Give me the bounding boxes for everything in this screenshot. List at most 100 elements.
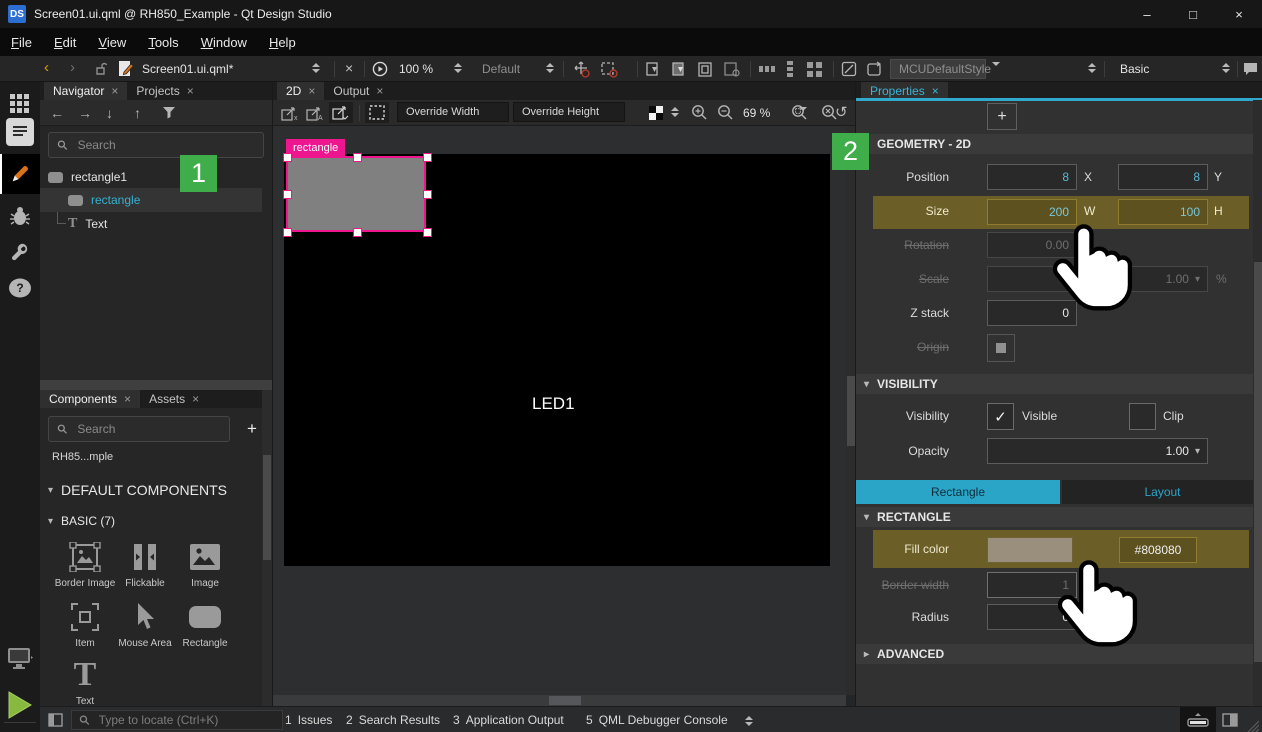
zoom-spinner[interactable] [454, 63, 462, 73]
menu-item-tools[interactable]: Tools [137, 30, 189, 55]
welcome-mode-icon[interactable] [6, 90, 34, 118]
menu-item-window[interactable]: Window [190, 30, 258, 55]
section-visibility-header[interactable]: ▾ VISIBILITY [856, 374, 1262, 394]
override-state-icon[interactable] [697, 61, 715, 78]
forward-button[interactable]: › [70, 59, 75, 76]
qml-debugger-console-pane-button[interactable]: 5 QML Debugger Console [586, 707, 728, 732]
background-color-toggle[interactable] [649, 106, 663, 120]
tab-2d[interactable]: 2D × [277, 82, 324, 100]
no-snapping-icon[interactable]: x [281, 105, 298, 121]
locator-field[interactable] [71, 710, 283, 730]
component-image[interactable]: Image [173, 540, 237, 589]
filter-icon[interactable] [162, 106, 176, 119]
selection-handle-w[interactable] [283, 190, 292, 199]
selection-handle-s[interactable] [353, 228, 362, 237]
style-selector-caret[interactable] [992, 66, 1000, 80]
nav-move-down-button[interactable]: ↓ [106, 105, 113, 121]
lock-icon[interactable] [94, 62, 108, 76]
clip-checkbox[interactable] [1129, 403, 1156, 430]
component-item[interactable]: Item [53, 600, 117, 649]
edit-annotations-icon[interactable] [572, 61, 590, 78]
reload-style-icon[interactable] [866, 61, 883, 78]
scrollbar-thumb[interactable] [1254, 262, 1262, 662]
caret-down-icon[interactable]: ▾ [1195, 274, 1200, 285]
sidebar-toggle-icon[interactable] [48, 713, 63, 727]
selected-rectangle[interactable] [286, 156, 426, 232]
components-search[interactable] [48, 416, 230, 442]
override-width-field[interactable]: Override Width [397, 102, 509, 122]
origin-selector[interactable] [987, 334, 1015, 362]
zoom-selection-icon[interactable] [791, 104, 808, 121]
target-selector[interactable]: Default [482, 62, 520, 76]
position-x-field[interactable]: 8 [987, 164, 1077, 190]
edit-document-icon[interactable] [118, 60, 134, 77]
nav-move-up-button[interactable]: ↑ [134, 105, 141, 121]
tab-navigator[interactable]: Navigator × [44, 82, 127, 100]
back-button[interactable]: ‹ [44, 59, 49, 76]
tree-item-text[interactable]: T Text [40, 212, 262, 236]
caret-down-icon[interactable]: ▾ [1195, 446, 1200, 457]
search-results-pane-button[interactable]: 2 Search Results [346, 707, 440, 732]
output-pane-spinner[interactable] [745, 716, 753, 726]
tree-item-rectangle1[interactable]: rectangle1 [40, 165, 262, 189]
section-default-components[interactable]: ▾ DEFAULT COMPONENTS [48, 482, 227, 498]
visible-checkbox[interactable]: ✓ [987, 403, 1014, 430]
panel-splitter[interactable] [40, 380, 272, 390]
application-output-pane-button[interactable]: 3 Application Output [453, 707, 564, 732]
menu-item-view[interactable]: View [87, 30, 137, 55]
menu-item-file[interactable]: File [0, 30, 43, 55]
section-geometry-header[interactable]: ▾ GEOMETRY - 2D [856, 134, 1262, 154]
tab-close-icon[interactable]: × [308, 84, 315, 98]
selection-label[interactable]: rectangle [286, 139, 345, 156]
section-rectangle-header[interactable]: ▾ RECTANGLE [856, 507, 1262, 527]
component-flickable[interactable]: Flickable [113, 540, 177, 589]
reset-view-icon[interactable]: ↺ [835, 103, 848, 121]
edit-style-icon[interactable] [841, 61, 858, 78]
component-text[interactable]: T Text [53, 658, 117, 706]
selection-handle-nw[interactable] [283, 153, 292, 162]
selection-handle-se[interactable] [423, 228, 432, 237]
section-basic[interactable]: ▾ BASIC (7) [48, 514, 115, 528]
tab-close-icon[interactable]: × [111, 84, 118, 98]
properties-scrollbar[interactable] [1253, 100, 1262, 706]
nav-move-right-button[interactable]: → [78, 105, 92, 121]
override-height-field[interactable]: Override Height [513, 102, 625, 122]
tab-components[interactable]: Components × [40, 390, 140, 408]
target-spinner[interactable] [546, 63, 554, 73]
resize-grip[interactable] [1242, 715, 1259, 732]
scrollbar-thumb[interactable] [263, 455, 271, 560]
tree-item-rectangle[interactable]: rectangle [40, 188, 262, 212]
selection-frame-icon[interactable] [600, 61, 618, 78]
debug-mode-icon[interactable] [6, 202, 34, 230]
menu-item-help[interactable]: Help [258, 30, 307, 55]
run-button[interactable] [7, 690, 33, 720]
opacity-field[interactable]: 1.00 ▾ [987, 438, 1208, 464]
text-item-led1[interactable]: LED1 [532, 394, 575, 414]
edit-mode-icon[interactable] [6, 118, 34, 146]
tab-close-icon[interactable]: × [187, 84, 194, 98]
timeline-state-icon[interactable] [723, 61, 741, 78]
style-selector[interactable]: MCUDefaultStyle [890, 59, 986, 79]
component-border-image[interactable]: Border Image [53, 540, 117, 589]
component-mouse-area[interactable]: Mouse Area [113, 600, 177, 649]
tab-rectangle-properties[interactable]: Rectangle [856, 480, 1060, 504]
tab-projects[interactable]: Projects × [127, 82, 202, 100]
locator-input[interactable] [97, 712, 275, 728]
kit-spinner[interactable] [1222, 63, 1230, 73]
build-progress-icon[interactable] [1180, 707, 1216, 732]
tab-close-icon[interactable]: × [192, 392, 199, 406]
document-name[interactable]: Screen01.ui.qml* [142, 62, 233, 76]
navigator-search[interactable] [48, 132, 264, 158]
scrollbar-thumb[interactable] [549, 696, 581, 705]
minimize-button[interactable]: – [1124, 0, 1170, 28]
right-panel-toggle-icon[interactable] [1222, 713, 1238, 727]
kit-selector[interactable]: Basic [1120, 62, 1149, 76]
selection-handle-ne[interactable] [423, 153, 432, 162]
feedback-icon[interactable] [1243, 62, 1258, 76]
selection-handle-e[interactable] [423, 190, 432, 199]
tab-close-icon[interactable]: × [124, 392, 131, 406]
zoom-in-icon[interactable] [691, 104, 708, 121]
tab-output[interactable]: Output × [324, 82, 392, 100]
position-y-field[interactable]: 8 [1118, 164, 1208, 190]
snap-anchors-icon[interactable]: A [306, 105, 323, 121]
